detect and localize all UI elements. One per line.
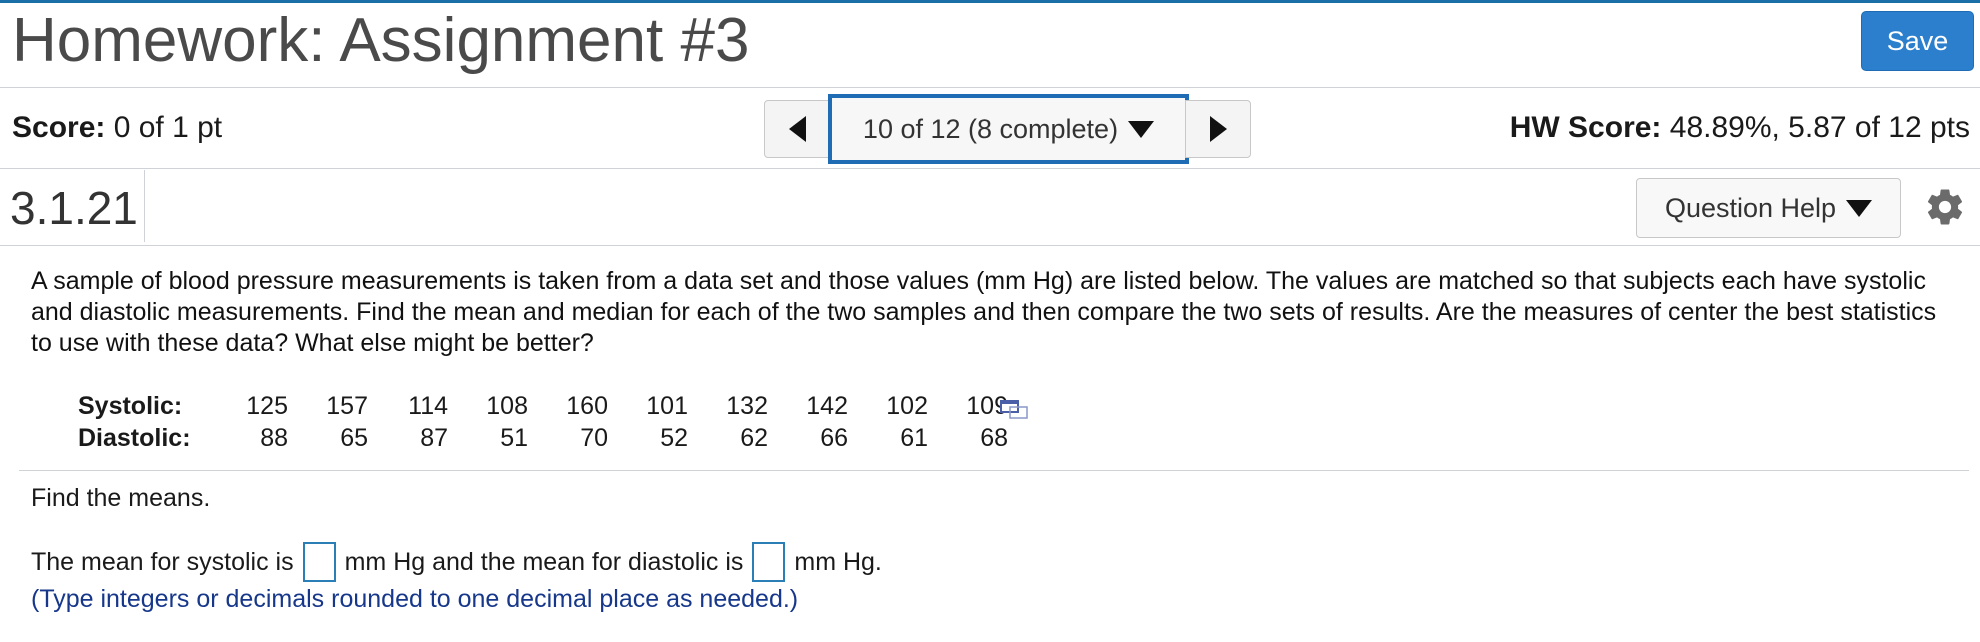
question-navigator: 10 of 12 (8 complete): [764, 94, 1251, 164]
question-help-label: Question Help: [1664, 192, 1837, 223]
answer-text-before: The mean for systolic is: [31, 547, 294, 576]
diastolic-row: Diastolic: 88 65 87 51 70 52 62 66 61 68: [78, 422, 1008, 454]
question-number: 3.1.21: [10, 182, 138, 234]
page-title: Homework: Assignment #3: [12, 6, 750, 75]
question-select-label: 10 of 12 (8 complete): [862, 113, 1119, 144]
previous-question-button[interactable]: [764, 100, 830, 158]
question-select-dropdown[interactable]: 10 of 12 (8 complete): [828, 94, 1189, 164]
save-button[interactable]: Save: [1861, 11, 1974, 71]
systolic-value: 125: [246, 391, 288, 420]
answer-text-middle: mm Hg and the mean for diastolic is: [344, 547, 744, 576]
diastolic-value: 68: [980, 423, 1008, 452]
question-help-button[interactable]: Question Help: [1636, 178, 1901, 238]
systolic-label: Systolic:: [78, 391, 183, 420]
diastolic-value: 52: [660, 423, 688, 452]
systolic-value: 132: [726, 391, 768, 420]
gear-icon[interactable]: [1924, 186, 1966, 228]
diastolic-value: 62: [740, 423, 768, 452]
question-score: Score: 0 of 1 pt: [12, 111, 222, 145]
triangle-left-icon: [788, 116, 806, 142]
diastolic-value: 66: [820, 423, 848, 452]
answer-format-hint: (Type integers or decimals rounded to on…: [31, 585, 799, 613]
dropdown-arrow-icon: [1128, 120, 1155, 138]
page-header: Homework: Assignment #3 Save: [0, 3, 1980, 88]
diastolic-value: 88: [260, 423, 288, 452]
answer-sentence: The mean for systolic is mm Hg and the m…: [31, 542, 882, 582]
problem-statement: A sample of blood pressure measurements …: [31, 267, 1937, 357]
diastolic-value: 70: [580, 423, 608, 452]
systolic-value: 108: [486, 391, 528, 420]
next-question-button[interactable]: [1185, 100, 1251, 158]
diastolic-label: Diastolic:: [78, 423, 191, 452]
systolic-value: 109: [966, 391, 1008, 420]
score-bar: Score: 0 of 1 pt 10 of 12 (8 complete) H…: [0, 89, 1980, 169]
hw-score: HW Score: 48.89%, 5.87 of 12 pts: [1510, 111, 1970, 145]
diastolic-value: 87: [420, 423, 448, 452]
question-number-divider: [144, 170, 145, 242]
triangle-right-icon: [1209, 116, 1227, 142]
score-label: Score:: [12, 111, 106, 144]
score-value: 0 of 1 pt: [113, 111, 223, 144]
systolic-value: 114: [408, 391, 448, 420]
hw-score-label: HW Score:: [1509, 111, 1662, 144]
section-divider: [19, 470, 1969, 471]
answer-text-after: mm Hg.: [794, 547, 882, 576]
diastolic-value: 61: [900, 423, 928, 452]
diastolic-mean-input[interactable]: [752, 542, 786, 582]
part-prompt: Find the means.: [31, 484, 211, 512]
data-copy-icon[interactable]: [1000, 399, 1030, 419]
diastolic-value: 51: [500, 423, 528, 452]
dropdown-arrow-icon: [1846, 199, 1873, 217]
diastolic-value: 65: [340, 423, 368, 452]
systolic-value: 102: [886, 391, 928, 420]
systolic-mean-input[interactable]: [302, 542, 336, 582]
hw-score-value: 48.89%, 5.87 of 12 pts: [1669, 111, 1970, 144]
systolic-value: 101: [646, 391, 688, 420]
systolic-value: 157: [326, 391, 368, 420]
question-bar: 3.1.21 Question Help: [0, 170, 1980, 246]
blood-pressure-data-table: Systolic: 125 157 114 108 160 101 132 14…: [78, 390, 1008, 454]
systolic-value: 142: [806, 391, 848, 420]
systolic-value: 160: [566, 391, 608, 420]
systolic-row: Systolic: 125 157 114 108 160 101 132 14…: [78, 390, 1008, 422]
